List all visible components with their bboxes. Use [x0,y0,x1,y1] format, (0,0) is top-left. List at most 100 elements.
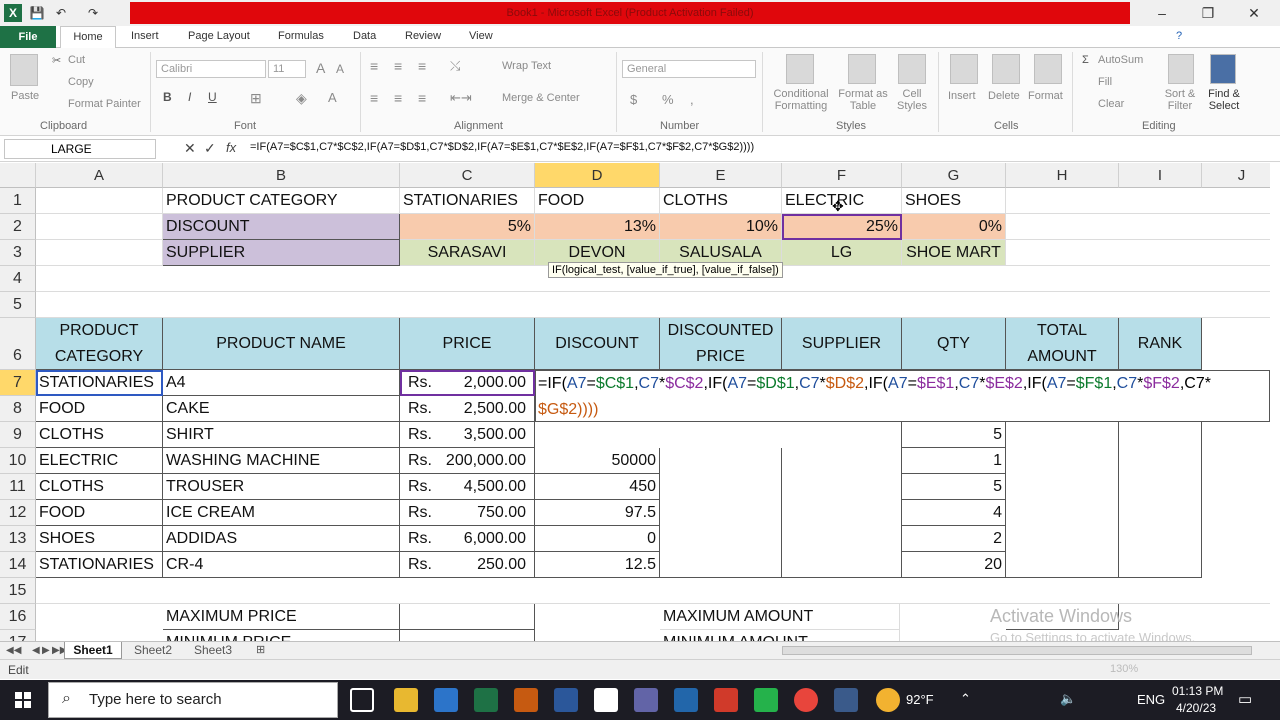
col-header-d[interactable]: D [535,163,660,188]
tab-page-layout[interactable]: Page Layout [188,30,250,42]
row-header-10[interactable]: 10 [0,448,36,474]
discounted-price-cells[interactable] [660,448,782,578]
find-select-button[interactable]: Find & Select [1202,88,1246,112]
cell-d11[interactable]: 450 [535,474,660,500]
tab-home[interactable]: Home [60,26,116,49]
minimize-button[interactable]: – [1150,4,1174,22]
align-center-icon[interactable]: ≡ [394,90,402,106]
cell-c7[interactable]: Rs. 2,000.00 [400,370,535,396]
conditional-formatting-icon[interactable] [786,54,814,84]
insert-cells-button[interactable]: Insert [948,90,976,102]
cell-c1[interactable]: STATIONARIES [400,188,535,214]
row-header-17[interactable]: 17 [0,630,36,641]
insert-cells-icon[interactable] [950,54,978,84]
cancel-formula-button[interactable]: ✕ [184,140,196,157]
monitor-icon[interactable] [834,688,858,712]
header-supplier[interactable]: SUPPLIER [782,318,902,370]
powerpoint-icon[interactable] [514,688,538,712]
cell-c12[interactable]: Rs. 750.00 [400,500,535,526]
cell-d12[interactable]: 97.5 [535,500,660,526]
cell-g11[interactable]: 5 [902,474,1006,500]
cell-d7-editor[interactable]: =IF(A7=$C$1,C7*$C$2,IF(A7=$D$1,C7*$D$2,I… [535,370,1270,422]
cell-e16[interactable]: MAXIMUM AMOUNT [660,604,900,630]
clock-date[interactable]: 4/20/23 [1176,701,1216,715]
sheet-nav-prev-icon[interactable]: ◀ [32,642,40,659]
cells-h3-j3[interactable] [1006,240,1270,266]
horizontal-scrollbar[interactable] [782,646,1252,655]
number-format-select[interactable]: General [622,60,756,78]
clock-time[interactable]: 01:13 PM [1172,684,1223,698]
cell-d10[interactable]: 50000 [535,448,660,474]
format-as-table-icon[interactable] [848,54,876,84]
col-header-g[interactable]: G [902,163,1006,188]
row-header-14[interactable]: 14 [0,552,36,578]
cell-e1[interactable]: CLOTHS [660,188,782,214]
cell-d14[interactable]: 12.5 [535,552,660,578]
font-name-select[interactable]: Calibri [156,60,266,78]
redo-icon[interactable]: ↷ [84,4,102,22]
col-header-j[interactable]: J [1202,163,1270,188]
row-header-1[interactable]: 1 [0,188,36,214]
cell-d1[interactable]: FOOD [535,188,660,214]
format-as-table-button[interactable]: Format as Table [838,88,888,112]
notepad-icon[interactable] [594,688,618,712]
sheet-tab-1[interactable]: Sheet1 [64,642,122,659]
header-discount[interactable]: DISCOUNT [535,318,660,370]
undo-icon[interactable]: ↶ [52,4,70,22]
cell-a3[interactable] [36,240,163,266]
excel-app-icon[interactable]: X [4,4,22,22]
save-icon[interactable]: 💾 [28,4,46,22]
borders-icon[interactable]: ⊞ [250,90,262,107]
cell-g12[interactable]: 4 [902,500,1006,526]
row-5-cells[interactable] [36,292,1270,318]
cell-b9[interactable]: SHIRT [163,422,400,448]
cells-h1-j1[interactable] [1006,188,1270,214]
zoom-level[interactable]: 130% [1110,663,1138,675]
orientation-icon[interactable]: ⤯ [450,58,460,74]
cell-d2[interactable]: 13% [535,214,660,240]
row-header-7[interactable]: 7 [0,370,36,396]
media-icon[interactable] [714,688,738,712]
enter-formula-button[interactable]: ✓ [204,140,216,157]
cell-b8[interactable]: CAKE [163,396,400,422]
total-amount-cells[interactable] [1006,396,1119,578]
row-header-15[interactable]: 15 [0,578,36,604]
col-header-i[interactable]: I [1119,163,1202,188]
align-left-icon[interactable]: ≡ [370,90,378,106]
header-discounted-price[interactable]: DISCOUNTED PRICE [660,318,782,370]
cell-styles-button[interactable]: Cell Styles [892,88,932,112]
align-top-icon[interactable]: ≡ [370,58,378,74]
volume-icon[interactable]: 🔈 [1060,691,1076,707]
teams-icon[interactable] [634,688,658,712]
row-header-16[interactable]: 16 [0,604,36,630]
font-color-icon[interactable]: A [328,90,337,105]
select-all-corner[interactable] [0,163,36,188]
chat-icon[interactable] [754,688,778,712]
header-total-amount[interactable]: TOTAL AMOUNT [1006,318,1119,370]
row-15-cells[interactable] [36,578,1270,604]
cell-a2[interactable] [36,214,163,240]
col-header-b[interactable]: B [163,163,400,188]
cell-b1[interactable]: PRODUCT CATEGORY [163,188,400,214]
cell-c2[interactable]: 5% [400,214,535,240]
currency-icon[interactable]: $ [630,92,637,107]
col-header-a[interactable]: A [36,163,163,188]
conditional-formatting-button[interactable]: Conditional Formatting [770,88,832,112]
cell-c10[interactable]: Rs. 200,000.00 [400,448,535,474]
grow-font-icon[interactable]: A [316,60,325,76]
percent-icon[interactable]: % [662,92,674,107]
comma-icon[interactable]: , [690,92,694,107]
format-cells-icon[interactable] [1034,54,1062,84]
header-qty[interactable]: QTY [902,318,1006,370]
find-select-icon[interactable] [1210,54,1236,84]
wrap-text-button[interactable]: Wrap Text [502,60,551,72]
format-cells-button[interactable]: Format [1028,90,1063,102]
cell-e17[interactable]: MINIMUM AMOUNT [660,630,900,641]
rank-cells[interactable] [1119,396,1202,578]
cut-button[interactable]: Cut [68,54,85,66]
formula-input[interactable]: =IF(A7=$C$1,C7*$C$2,IF(A7=$D$1,C7*$D$2,I… [250,141,754,153]
insert-function-button[interactable]: fx [226,140,236,155]
format-painter-button[interactable]: Format Painter [68,98,141,110]
row-header-2[interactable]: 2 [0,214,36,240]
restore-button[interactable]: ❐ [1196,4,1220,22]
